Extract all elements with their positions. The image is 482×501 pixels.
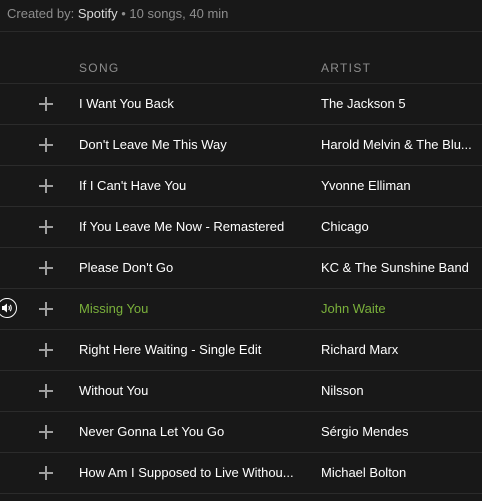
track-title: If You Leave Me Now - Remastered [79, 219, 285, 234]
track-row[interactable]: Right Here Waiting - Single Edit Richard … [0, 330, 482, 371]
track-row[interactable]: Without You Nilsson [0, 371, 482, 412]
track-title: Please Don't Go [79, 260, 174, 275]
plus-icon[interactable] [38, 96, 54, 112]
tracklist-header: SONG ARTIST [0, 52, 482, 83]
plus-icon[interactable] [38, 465, 54, 481]
track-row[interactable]: Don't Leave Me This Way Harold Melvin & T… [0, 125, 482, 166]
track-row[interactable]: Missing You John Waite [0, 289, 482, 330]
playlist-creator-link[interactable]: Spotify [78, 6, 118, 21]
track-artist-link[interactable]: Nilsson [321, 383, 479, 398]
speaker-icon[interactable] [0, 298, 17, 318]
playlist-summary: 10 songs, 40 min [129, 6, 229, 21]
track-artist-link[interactable]: John Waite [321, 301, 479, 316]
track-title: Right Here Waiting - Single Edit [79, 342, 262, 357]
track-title: Don't Leave Me This Way [79, 137, 227, 152]
playlist-meta: Created by: Spotify • 10 songs, 40 min [7, 6, 228, 21]
track-row[interactable]: If I Can't Have You Yvonne Elliman [0, 166, 482, 207]
track-row[interactable]: If You Leave Me Now - Remastered Chicago [0, 207, 482, 248]
track-artist-link[interactable]: Harold Melvin & The Blu... [321, 137, 479, 152]
track-row[interactable]: Never Gonna Let You Go Sérgio Mendes [0, 412, 482, 453]
track-title: I Want You Back [79, 96, 174, 111]
plus-icon[interactable] [38, 219, 54, 235]
track-artist-link[interactable]: Richard Marx [321, 342, 479, 357]
plus-icon[interactable] [38, 383, 54, 399]
track-artist-link[interactable]: The Jackson 5 [321, 96, 479, 111]
track-artist-link[interactable]: Sérgio Mendes [321, 424, 479, 439]
plus-icon[interactable] [38, 178, 54, 194]
track-row[interactable]: How Am I Supposed to Live Withou... Micha… [0, 453, 482, 494]
plus-icon[interactable] [38, 424, 54, 440]
plus-icon[interactable] [38, 260, 54, 276]
tracklist: I Want You Back The Jackson 5 Don't Leave … [0, 84, 482, 494]
track-title: Missing You [79, 301, 149, 316]
track-artist-link[interactable]: KC & The Sunshine Band [321, 260, 479, 275]
track-artist-link[interactable]: Michael Bolton [321, 465, 479, 480]
meta-separator: • [121, 6, 126, 21]
divider [0, 31, 482, 32]
column-header-artist[interactable]: ARTIST [321, 61, 371, 75]
track-artist-link[interactable]: Yvonne Elliman [321, 178, 479, 193]
created-by-label: Created by: [7, 6, 75, 21]
plus-icon[interactable] [38, 301, 54, 317]
track-title: How Am I Supposed to Live Withou... [79, 465, 294, 480]
plus-icon[interactable] [38, 137, 54, 153]
track-artist-link[interactable]: Chicago [321, 219, 479, 234]
track-title: Never Gonna Let You Go [79, 424, 225, 439]
track-title: If I Can't Have You [79, 178, 187, 193]
track-row[interactable]: I Want You Back The Jackson 5 [0, 84, 482, 125]
track-title: Without You [79, 383, 149, 398]
column-header-song[interactable]: SONG [79, 61, 120, 75]
plus-icon[interactable] [38, 342, 54, 358]
track-row[interactable]: Please Don't Go KC & The Sunshine Band [0, 248, 482, 289]
